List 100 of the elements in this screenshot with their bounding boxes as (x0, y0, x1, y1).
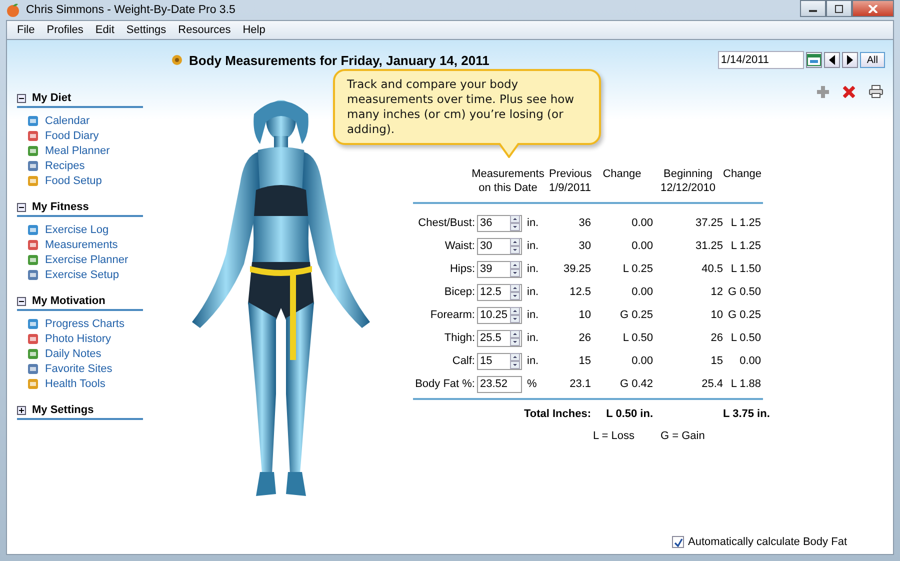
column-header: Previous 1/9/2011 (549, 168, 591, 196)
spinner-field[interactable]: 15 (477, 352, 522, 370)
unit-label: in. (527, 309, 539, 321)
nav-icon (27, 318, 39, 330)
menu-item[interactable]: Edit (89, 24, 120, 36)
unit-label: in. (527, 263, 539, 275)
add-icon[interactable] (817, 86, 829, 98)
spin-arrows-icon[interactable] (510, 215, 520, 231)
previous-button[interactable] (824, 52, 840, 68)
sidebar-link[interactable]: Measurements (45, 238, 118, 250)
sidebar-link[interactable]: Meal Planner (45, 144, 110, 156)
spinner-field[interactable]: 25.5 (477, 330, 522, 346)
sidebar-link[interactable]: Food Diary (45, 130, 99, 142)
calendar-button[interactable] (806, 52, 822, 68)
checkbox-label[interactable]: Automatically calculate Body Fat (688, 536, 847, 548)
delete-icon[interactable] (843, 86, 855, 98)
unit-label: in. (527, 332, 539, 344)
table-cell-text: 0.00 (738, 355, 761, 367)
sidebar-link[interactable]: Photo History (45, 332, 112, 344)
column-header: Change (723, 168, 761, 182)
sidebar-link[interactable]: Recipes (45, 160, 85, 172)
input-field[interactable]: 23.52 (477, 376, 522, 392)
table-cell-text: 0.00 (630, 240, 653, 252)
table-cell-text: 12.5 (568, 286, 591, 298)
table-cell-text: G 0.42 (618, 378, 653, 390)
nav-icon (27, 130, 39, 142)
window-title: Chris Simmons - Weight-By-Date Pro 3.5 (26, 4, 236, 16)
maximize-icon (834, 4, 844, 12)
sidebar-link[interactable]: Daily Notes (45, 348, 102, 360)
column-header: Change (602, 168, 642, 182)
sidebar-link[interactable]: Exercise Planner (45, 254, 128, 266)
table-cell-text: 0.00 (630, 355, 653, 367)
section-title[interactable]: My Fitness (32, 201, 89, 213)
app-logo-icon (6, 3, 20, 17)
sidebar-link[interactable]: Favorite Sites (45, 362, 112, 374)
table-cell-text: 40.5 (700, 263, 723, 275)
sidebar-link[interactable]: Health Tools (45, 378, 106, 390)
unit-label: in. (527, 217, 539, 229)
spin-arrows-icon[interactable] (510, 261, 520, 277)
close-button[interactable] (852, 0, 894, 17)
expander-icon[interactable] (17, 296, 26, 306)
nav-icon (27, 378, 39, 390)
sidebar-link[interactable]: Progress Charts (45, 318, 124, 330)
table-cell-text: 15 (578, 355, 591, 367)
maximize-button[interactable] (826, 0, 852, 17)
column-header: Measurements on this Date (470, 168, 546, 196)
table-cell-text: 31.25 (694, 240, 723, 252)
sidebar-link[interactable]: Exercise Log (45, 224, 109, 236)
section-title[interactable]: My Settings (32, 404, 94, 416)
menu-item[interactable]: Settings (120, 24, 172, 36)
nav-icon (27, 224, 39, 236)
table-cell-text: 10 (710, 309, 723, 321)
sidebar-link[interactable]: Food Setup (45, 174, 102, 186)
sidebar-link[interactable]: Calendar (45, 114, 90, 126)
nav-icon (27, 144, 39, 156)
checkbox[interactable] (672, 536, 684, 548)
spinner-field[interactable]: 10.25 (477, 306, 522, 324)
menu-item[interactable]: Resources (172, 24, 237, 36)
table-cell-text: G 0.25 (726, 309, 761, 321)
table-cell-text: L 0.50 in. (605, 408, 653, 420)
legend-text: L = Loss (593, 430, 634, 442)
menu-item[interactable]: Help (236, 24, 272, 36)
close-icon (868, 4, 878, 12)
table-cell-text: L 1.25 (730, 240, 761, 252)
expander-icon[interactable] (17, 202, 26, 212)
spin-arrows-icon[interactable] (510, 284, 520, 300)
table-cell-text: L 0.50 (730, 332, 761, 344)
row-label: Body Fat %: (414, 378, 476, 390)
spin-arrows-icon[interactable] (510, 307, 520, 323)
unit-label: in. (527, 240, 539, 252)
spin-arrows-icon[interactable] (510, 238, 520, 254)
all-button[interactable]: All (860, 52, 885, 68)
table-cell-text: L 1.25 (730, 217, 761, 229)
row-label: Chest/Bust: (417, 217, 476, 229)
table-cell-text: L 1.50 (730, 263, 761, 275)
expander-icon[interactable] (17, 94, 26, 102)
spinner-field[interactable]: 30 (477, 238, 522, 254)
expander-icon[interactable] (17, 406, 26, 414)
minimize-button[interactable] (800, 0, 826, 17)
next-button[interactable] (842, 52, 858, 68)
spin-arrows-icon[interactable] (510, 330, 520, 346)
calendar-icon (806, 54, 821, 66)
spinner-field[interactable]: 36 (477, 214, 522, 232)
menu-item[interactable]: File (11, 24, 41, 36)
menu-item[interactable]: Profiles (40, 24, 90, 36)
table-cell-text: 15 (710, 355, 723, 367)
nav-icon (27, 348, 39, 360)
section-title[interactable]: My Diet (32, 92, 72, 104)
sidebar-link[interactable]: Exercise Setup (45, 268, 119, 280)
date-field[interactable]: 1/14/2011 (718, 51, 804, 69)
table-cell-text: 0.00 (630, 217, 653, 229)
table-cell-text: L 0.50 (622, 332, 653, 344)
section-title[interactable]: My Motivation (32, 295, 106, 307)
spin-arrows-icon[interactable] (510, 353, 520, 369)
callout-pointer (498, 142, 520, 158)
print-icon[interactable] (869, 85, 883, 98)
table-cell-text: 39.25 (562, 263, 591, 275)
spinner-field[interactable]: 12.5 (477, 284, 522, 300)
spinner-field[interactable]: 39 (477, 260, 522, 278)
table-cell-text: 26 (710, 332, 723, 344)
